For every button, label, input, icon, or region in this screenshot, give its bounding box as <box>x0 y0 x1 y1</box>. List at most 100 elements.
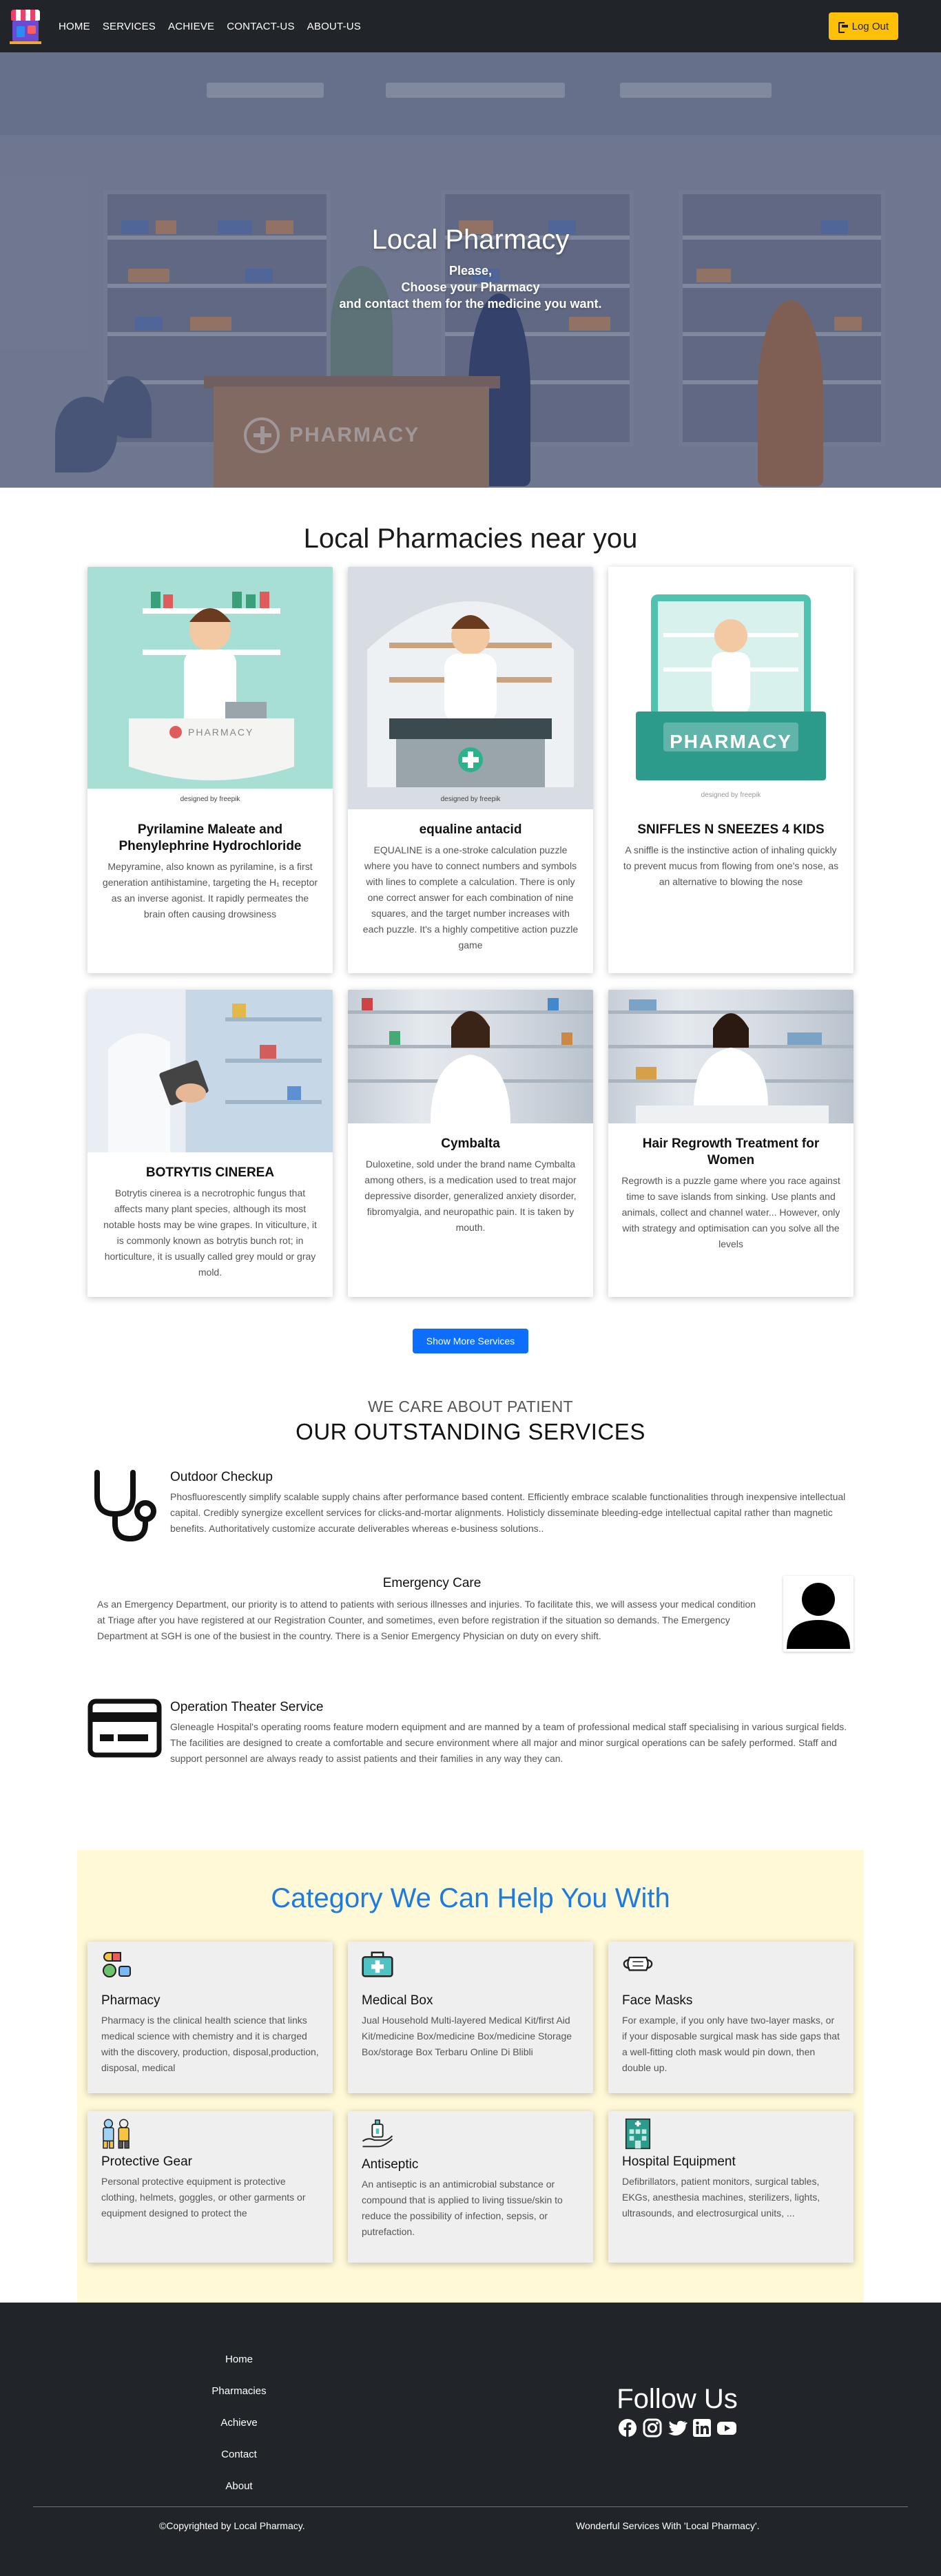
footer-link-achieve[interactable]: Achieve <box>165 2407 313 2439</box>
logout-label: Log Out <box>851 20 889 32</box>
hand-sanitizer-icon <box>362 2119 393 2148</box>
category-card-text: For example, if you only have two-layer … <box>622 2015 840 2073</box>
category-card-text: Personal protective equipment is protect… <box>101 2176 306 2219</box>
card-text: Mepyramine, also known as pyrilamine, is… <box>102 861 318 920</box>
nav-home[interactable]: HOME <box>52 21 96 32</box>
service-outdoor-checkup: Outdoor Checkup Phosfluorescently simpli… <box>87 1468 854 1576</box>
pharmacy-logo-icon[interactable] <box>10 7 41 45</box>
nav-achieve[interactable]: ACHIEVE <box>162 21 220 32</box>
card-text: Botrytis cinerea is a necrotrophic fungu… <box>103 1187 317 1278</box>
youtube-icon[interactable] <box>716 2418 737 2438</box>
pharmacy-card[interactable]: PHARMACY designed by freepik SNIFFLES N … <box>608 567 854 973</box>
category-card-text: Defibrillators, patient monitors, surgic… <box>622 2176 820 2219</box>
follow-us: Follow Us <box>606 2384 748 2438</box>
category-card-face-masks[interactable]: Face Masks For example, if you only have… <box>608 1942 854 2093</box>
footer-link-pharmacies[interactable]: Pharmacies <box>165 2376 313 2407</box>
category-card-text: Pharmacy is the clinical health science … <box>101 2015 319 2073</box>
pharmacist-photo <box>348 990 593 1123</box>
image-credit: designed by freepik <box>180 796 240 803</box>
copyright-text: ©Copyrighted by Local Pharmacy. <box>159 2520 305 2531</box>
stethoscope-icon <box>94 1470 156 1542</box>
image-sign: PHARMACY <box>670 731 792 752</box>
card-title: Cymbalta <box>441 1136 500 1151</box>
footer-links: Home Pharmacies Achieve Contact About <box>165 2344 313 2502</box>
service-text: Phosfluorescently simplify scalable supp… <box>170 1491 846 1534</box>
card-title: Hair Regrowth Treatment for Women <box>642 1136 820 1167</box>
category-card-text: An antiseptic is an antimicrobial substa… <box>362 2179 563 2237</box>
services-eyebrow: WE CARE ABOUT PATIENT <box>368 1398 573 1415</box>
linkedin-icon[interactable] <box>692 2418 712 2438</box>
pills-icon <box>103 1952 131 1977</box>
category-card-title: Face Masks <box>622 1993 693 2008</box>
instagram-icon[interactable] <box>642 2418 663 2438</box>
service-emergency-care: Emergency Care As an Emergency Departmen… <box>87 1576 854 1699</box>
category-title: Category We Can Help You With <box>271 1883 670 1913</box>
service-title: Operation Theater Service <box>170 1700 324 1714</box>
footer: Home Pharmacies Achieve Contact About Fo… <box>0 2303 941 2576</box>
hospital-building-icon <box>625 2118 651 2150</box>
sign-out-icon <box>838 22 848 33</box>
footer-link-home[interactable]: Home <box>165 2344 313 2376</box>
pharmacy-card[interactable]: designed by freepik equaline antacid EQU… <box>348 567 593 973</box>
image-sign: PHARMACY <box>188 727 254 738</box>
category-card-title: Protective Gear <box>101 2154 192 2169</box>
category-card-protective-gear[interactable]: Protective Gear Personal protective equi… <box>87 2111 333 2263</box>
category-card-medical-box[interactable]: Medical Box Jual Household Multi-layered… <box>348 1942 593 2093</box>
hero-subtitle: Please, Choose your Pharmacy and contact… <box>339 264 602 311</box>
services-title: OUR OUTSTANDING SERVICES <box>296 1419 645 1444</box>
service-text: Gleneagle Hospital's operating rooms fea… <box>170 1721 847 1764</box>
logout-button[interactable]: Log Out <box>828 12 898 40</box>
card-title: BOTRYTIS CINEREA <box>145 1165 275 1180</box>
pharmacist-illustration: designed by freepik <box>348 567 593 809</box>
footer-link-contact[interactable]: Contact <box>165 2439 313 2471</box>
category-card-pharmacy[interactable]: Pharmacy Pharmacy is the clinical health… <box>87 1942 333 2093</box>
image-credit: designed by freepik <box>701 791 761 799</box>
service-title: Outdoor Checkup <box>170 1470 273 1484</box>
category-card-title: Antiseptic <box>362 2157 419 2172</box>
doctor-with-tablet-photo <box>87 990 333 1152</box>
card-text: A sniffle is the instinctive action of i… <box>623 844 839 887</box>
credit-card-icon <box>87 1699 162 1758</box>
navbar: HOME SERVICES ACHIEVE CONTACT-US ABOUT-U… <box>0 0 941 52</box>
category-card-text: Jual Household Multi-layered Medical Kit… <box>362 2015 572 2057</box>
footer-link-about[interactable]: About <box>165 2471 313 2502</box>
footer-tagline: Wonderful Services With 'Local Pharmacy'… <box>576 2520 760 2531</box>
card-title: Pyrilamine Maleate and Phenylephrine Hyd… <box>118 822 302 853</box>
nav-links: HOME SERVICES ACHIEVE CONTACT-US ABOUT-U… <box>52 21 367 32</box>
first-aid-kit-icon <box>362 1951 393 1977</box>
protective-suit-icon <box>103 2119 130 2149</box>
service-text: As an Emergency Department, our priority… <box>97 1599 756 1641</box>
category-card-title: Medical Box <box>362 1993 433 2008</box>
category-section: Category We Can Help You With Pharmacy P… <box>77 1850 864 2303</box>
category-card-antiseptic[interactable]: Antiseptic An antiseptic is an antimicro… <box>348 2111 593 2263</box>
nav-contact-us[interactable]: CONTACT-US <box>220 21 300 32</box>
hero-banner: PHARMACY Local Pharmacy Please, Choose y… <box>0 52 941 488</box>
card-text: Regrowth is a puzzle game where you race… <box>621 1175 840 1249</box>
nav-about-us[interactable]: ABOUT-US <box>301 21 367 32</box>
service-operation-theater: Operation Theater Service Gleneagle Hosp… <box>87 1699 854 1802</box>
hero-text: Local Pharmacy Please, Choose your Pharm… <box>0 225 941 312</box>
twitter-icon[interactable] <box>667 2418 687 2438</box>
pharmacy-card[interactable]: Cymbalta Duloxetine, sold under the bran… <box>348 990 593 1297</box>
category-card-title: Hospital Equipment <box>622 2154 736 2169</box>
pharmacy-card[interactable]: Hair Regrowth Treatment for Women Regrow… <box>608 990 854 1297</box>
nav-services[interactable]: SERVICES <box>96 21 162 32</box>
card-text: Duloxetine, sold under the brand name Cy… <box>364 1159 577 1233</box>
pharmacy-card[interactable]: BOTRYTIS CINEREA Botrytis cinerea is a n… <box>87 990 333 1297</box>
service-title: Emergency Care <box>382 1576 482 1590</box>
show-more-services-button[interactable]: Show More Services <box>413 1329 528 1353</box>
pharmacies-title: Local Pharmacies near you <box>303 523 638 554</box>
category-grid: Pharmacy Pharmacy is the clinical health… <box>87 1942 854 2263</box>
pharmacist-illustration: PHARMACY designed by freepik <box>608 567 854 809</box>
pharmacy-card[interactable]: PHARMACY designed by freepik Pyrilamine … <box>87 567 333 973</box>
card-title: SNIFFLES N SNEEZES 4 KIDS <box>637 822 825 837</box>
image-credit: designed by freepik <box>440 796 501 803</box>
pharmacist-photo <box>608 990 854 1123</box>
user-icon <box>783 1576 854 1652</box>
category-card-hospital-equipment[interactable]: Hospital Equipment Defibrillators, patie… <box>608 2111 854 2263</box>
card-title: equaline antacid <box>419 822 522 837</box>
facebook-icon[interactable] <box>617 2418 638 2438</box>
face-mask-icon <box>623 1956 653 1971</box>
follow-title: Follow Us <box>617 2384 738 2414</box>
pharmacist-illustration: PHARMACY designed by freepik <box>87 567 333 809</box>
